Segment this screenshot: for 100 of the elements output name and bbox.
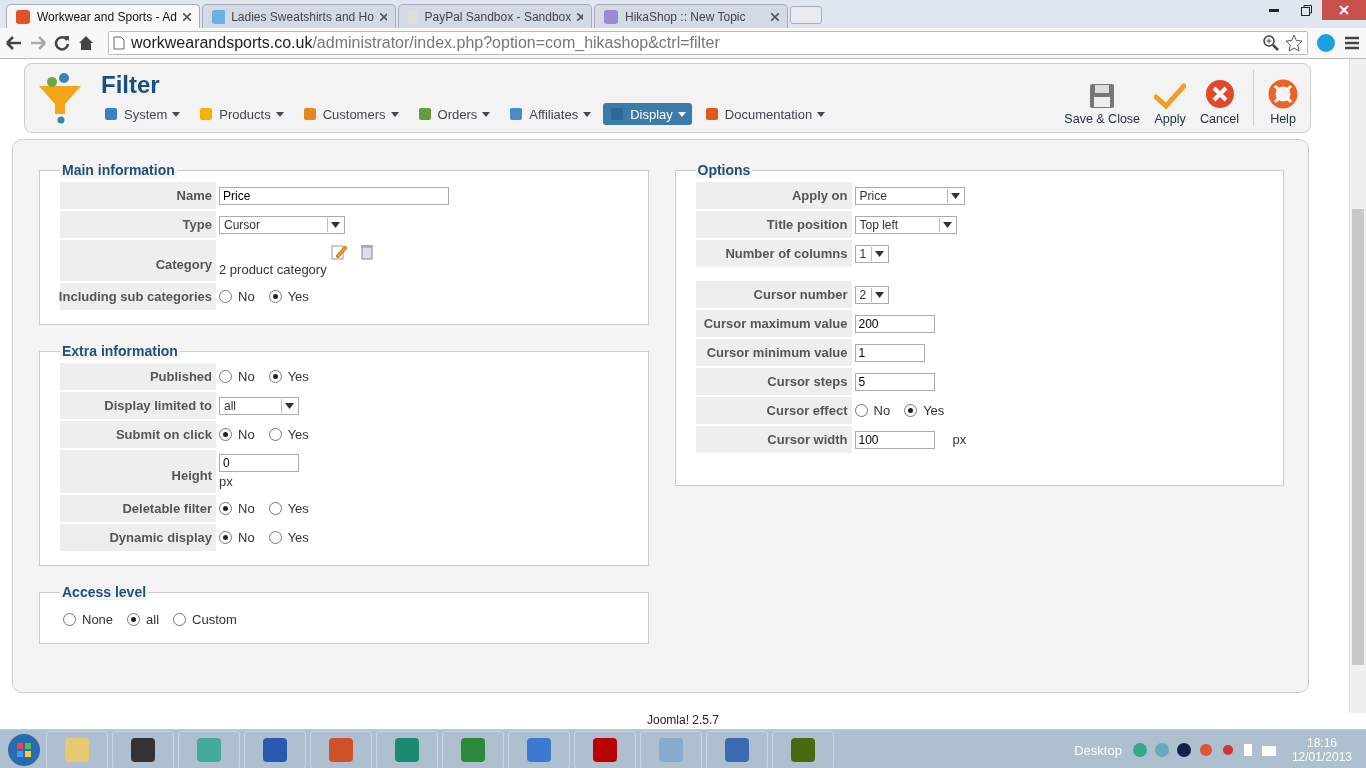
radio-label: No <box>238 369 255 384</box>
start-button[interactable] <box>6 732 42 768</box>
radio-button[interactable] <box>854 404 868 417</box>
section-title: Extra information <box>60 343 180 359</box>
field-label: Cursor width <box>695 426 852 453</box>
text-field[interactable]: 200 <box>854 314 935 333</box>
home-icon[interactable] <box>78 35 94 51</box>
caret-icon <box>874 250 884 257</box>
field-label: Name <box>60 182 216 209</box>
text-field[interactable]: 5 <box>854 372 935 391</box>
caret-icon <box>950 192 960 199</box>
radio-button[interactable] <box>173 613 187 626</box>
caret-icon <box>942 221 952 228</box>
menu-item[interactable]: Affiliates <box>502 103 598 125</box>
clock-time: 18:16 <box>1306 736 1337 750</box>
radio-button[interactable] <box>268 502 282 515</box>
radio-button[interactable] <box>63 613 76 626</box>
restore-icon[interactable] <box>1300 4 1312 16</box>
toolbar-button[interactable]: Apply <box>1154 83 1187 126</box>
menu-item[interactable]: System <box>97 103 187 125</box>
radio-button[interactable] <box>219 290 232 303</box>
radio-button[interactable] <box>268 370 282 383</box>
scrollbar-thumb[interactable] <box>1352 209 1364 665</box>
close-icon[interactable] <box>771 12 779 21</box>
app-icon <box>460 737 486 763</box>
close-window-button[interactable] <box>1322 0 1366 20</box>
close-icon[interactable] <box>577 12 583 21</box>
dropdown[interactable]: 1 <box>854 244 889 263</box>
radio-button[interactable] <box>219 370 232 383</box>
radio-button[interactable] <box>268 531 282 544</box>
minimize-icon[interactable] <box>1269 8 1279 12</box>
caret-icon <box>275 111 284 117</box>
radio-button[interactable] <box>268 428 282 441</box>
menu-item[interactable]: Display <box>603 103 692 125</box>
dropdown[interactable]: 2 <box>854 285 889 304</box>
menu-item[interactable]: Documentation <box>697 103 832 125</box>
back-icon[interactable] <box>6 36 22 50</box>
toolbar-button[interactable]: Cancel <box>1200 79 1239 126</box>
radio-button[interactable] <box>219 428 232 441</box>
radio-label: No <box>238 427 255 442</box>
text-field[interactable]: Price <box>219 186 449 205</box>
field-label: Number of columns <box>695 240 852 267</box>
taskbar-app-button[interactable] <box>574 731 636 768</box>
browser-tab[interactable]: Ladies Sweatshirts and Ho <box>202 4 396 28</box>
taskbar-app-button[interactable] <box>706 731 768 768</box>
field-label: Cursor maximum value <box>695 310 852 337</box>
radio-button[interactable] <box>219 502 232 515</box>
forward-icon[interactable] <box>30 36 46 50</box>
radio-label: Yes <box>287 427 309 442</box>
caret-icon <box>677 111 686 117</box>
app-icon <box>130 737 156 763</box>
close-icon[interactable] <box>379 12 387 21</box>
address-bar[interactable]: workwearandsports.co.uk/administrator/index.php?option=com_hikashop&ctrl=filter <box>108 31 1308 55</box>
dropdown[interactable]: Top left <box>854 215 957 234</box>
taskbar-app-button[interactable] <box>244 731 306 768</box>
favicon-icon <box>15 8 31 25</box>
dropdown[interactable]: all <box>219 396 299 415</box>
field-label: Including sub categories <box>60 283 216 310</box>
taskbar-app-button[interactable] <box>772 731 834 768</box>
browser-tab[interactable]: HikaShop :: New Topic <box>594 4 788 28</box>
lifebuoy-icon <box>1268 79 1298 109</box>
radio-button[interactable] <box>904 404 918 417</box>
toolbar-button[interactable]: Help <box>1268 79 1298 126</box>
radio-label: Yes <box>287 289 309 304</box>
menu-item[interactable]: Customers <box>295 103 405 125</box>
menu-item[interactable]: Orders <box>410 103 497 125</box>
browser-tab[interactable]: PayPal Sandbox - Sandbox <box>398 4 592 28</box>
browser-tab[interactable]: Workwear and Sports - Ad <box>6 4 200 28</box>
radio-button[interactable] <box>127 613 141 626</box>
radio-button[interactable] <box>268 290 282 303</box>
text-field[interactable]: 1 <box>854 343 925 362</box>
field-label: Published <box>60 363 216 390</box>
dropdown[interactable]: Cursor <box>219 215 345 234</box>
radio-label: Yes <box>287 369 309 384</box>
text-field[interactable]: 100 <box>854 430 935 449</box>
edit-icon[interactable] <box>331 244 347 260</box>
app-icon <box>394 737 420 763</box>
radio-label: No <box>238 530 255 545</box>
toolbar-button[interactable]: Save & Close <box>1064 83 1141 126</box>
app-icon <box>526 737 552 763</box>
radio-button[interactable] <box>219 531 232 544</box>
caret-icon <box>482 111 491 117</box>
favicon-icon <box>603 8 619 25</box>
clock-date: 12/01/2013 <box>1291 750 1352 764</box>
checkmark-icon <box>1154 83 1187 109</box>
field-label: Display limited to <box>60 392 216 419</box>
menu-icon[interactable] <box>1344 36 1360 50</box>
trash-icon[interactable] <box>361 244 373 260</box>
text-field[interactable]: 0 <box>219 454 299 472</box>
extension-icon[interactable] <box>1316 33 1336 53</box>
caret-icon <box>874 291 884 298</box>
taskbar-app-button[interactable] <box>112 731 174 768</box>
footer-text: Joomla! 2.5.7 <box>646 713 719 727</box>
close-icon[interactable] <box>183 12 191 21</box>
menu-item[interactable]: Products <box>192 103 290 125</box>
star-icon[interactable] <box>1285 34 1303 52</box>
dropdown[interactable]: Price <box>854 186 965 205</box>
reload-icon[interactable] <box>54 35 70 51</box>
zoom-icon[interactable] <box>1263 35 1279 51</box>
page-icon <box>113 36 125 50</box>
